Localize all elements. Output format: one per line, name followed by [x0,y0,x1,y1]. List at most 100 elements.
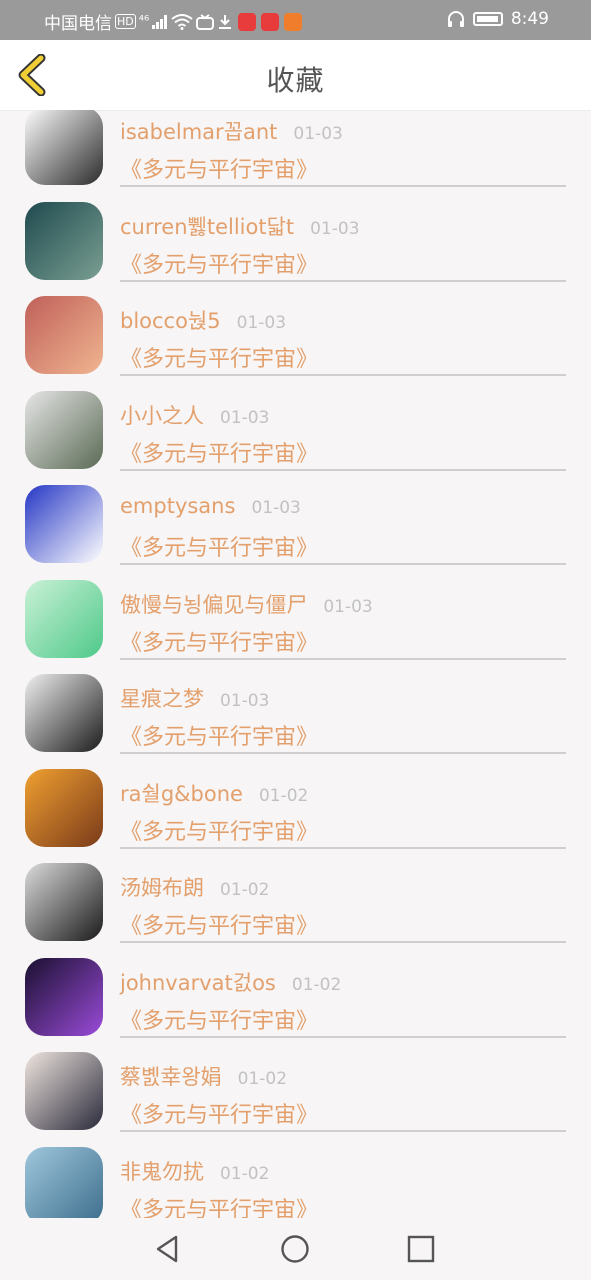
circle-home-icon [281,1235,309,1263]
page-title: 收藏 [266,64,325,97]
book-title-link[interactable]: 《多元与平行宇宙》 [120,1192,318,1219]
favorite-date: 01-03 [236,313,287,333]
nav-home-button[interactable] [279,1233,311,1265]
navigation-bar [0,1218,591,1280]
user-name[interactable]: emptysans [120,494,235,518]
row-divider [120,941,566,943]
name-line: blocco눥5 01-03 [120,305,286,335]
favorite-date: 01-02 [291,974,342,995]
battery-icon [472,12,503,26]
user-name[interactable]: ra숼g&bone [120,778,243,808]
favorite-list-item[interactable]: 傲慢与뇡偏见与僵尸 01-03 《多元与平行宇宙》 [0,571,591,666]
row-divider [120,468,566,471]
app-notification-icon-1 [238,12,257,31]
favorite-list-item[interactable]: ra숼g&bone 01-02 《多元与平行宇宙》 [0,760,591,855]
name-line: 汤姆布朗 01-02 [120,872,269,902]
book-title-link[interactable]: 《多元与平行宇宙》 [120,1097,318,1129]
favorite-list-item[interactable]: isabelmar꼽ant 01-03 《多元与平行宇宙》 [0,110,591,193]
user-avatar[interactable] [25,1146,103,1218]
square-recents-icon [407,1235,435,1263]
user-name[interactable]: isabelmar꼽ant [120,116,277,146]
row-divider [120,1035,566,1038]
favorite-list-item[interactable]: 非鬼勿扰 01-02 《多元与平行宇宙》 [0,1138,591,1219]
user-name[interactable]: curren쀓telliot닯t [120,211,294,241]
favorite-date: 01-02 [258,785,309,806]
favorite-date: 01-02 [220,1163,270,1184]
user-avatar[interactable] [25,485,103,563]
user-avatar[interactable] [25,110,103,185]
user-avatar[interactable] [25,674,103,752]
status-bar-right: 8:49 [447,9,549,29]
user-name[interactable]: 蔡볤幸왕娟 [120,1061,222,1091]
wifi-icon [171,13,193,30]
book-title-link[interactable]: 《多元与平行宇宙》 [120,814,318,846]
book-title-link[interactable]: 《多元与平行宇宙》 [120,436,318,468]
book-title-link[interactable]: 《多元与平行宇宙》 [120,719,318,751]
clock: 8:49 [510,9,549,29]
user-avatar[interactable] [25,201,103,280]
user-name[interactable]: 非鬼勿扰 [120,1156,204,1186]
name-line: 蔡볤幸왕娟 01-02 [120,1061,287,1091]
user-avatar[interactable] [25,863,103,941]
favorite-list-item[interactable]: blocco눥5 01-03 《多元与平行宇宙》 [0,287,591,382]
name-line: 小小之人 01-03 [120,400,269,430]
row-divider [120,374,566,376]
status-bar-left: 中国电信 HD ⁴⁶ [44,9,303,34]
name-line: johnvarvat걼os 01-02 [120,967,341,997]
user-name[interactable]: blocco눥5 [120,305,221,335]
download-icon [219,14,232,29]
user-name[interactable]: johnvarvat걼os [120,967,276,997]
row-divider [120,185,566,187]
name-line: curren쀓telliot닯t 01-03 [120,211,360,241]
status-bar: 中国电信 HD ⁴⁶ 8:49 [0,0,591,40]
favorite-date: 01-02 [220,880,270,900]
favorite-list-item[interactable]: 星痕之梦 01-03 《多元与平行宇宙》 [0,665,591,760]
favorite-date: 01-03 [323,596,373,617]
user-avatar[interactable] [25,296,103,374]
user-avatar[interactable] [25,957,103,1036]
user-avatar[interactable] [25,579,103,658]
book-title-link[interactable]: 《多元与平行宇宙》 [120,247,318,279]
favorite-list-item[interactable]: 蔡볤幸왕娟 01-02 《多元与平行宇宙》 [0,1043,591,1138]
name-line: isabelmar꼽ant 01-03 [120,116,343,146]
favorite-date: 01-03 [220,407,270,428]
row-divider [120,846,566,849]
user-name[interactable]: 小小之人 [120,400,204,430]
book-title-link[interactable]: 《多元与平行宇宙》 [120,530,318,562]
favorite-date: 01-02 [237,1069,288,1089]
signal-label: ⁴⁶ [138,13,150,29]
nav-recents-button[interactable] [405,1233,437,1265]
user-name[interactable]: 星痕之梦 [120,683,204,713]
book-title-link[interactable]: 《多元与平行宇宙》 [120,341,318,373]
row-divider [120,657,566,660]
favorite-list-item[interactable]: curren쀓telliot닯t 01-03 《多元与平行宇宙》 [0,193,591,288]
favorite-date: 01-03 [310,218,360,239]
user-name[interactable]: 傲慢与뇡偏见与僵尸 [120,589,307,619]
favorite-list-item[interactable]: 汤姆布朗 01-02 《多元与平行宇宙》 [0,854,591,949]
book-title-link[interactable]: 《多元与平行宇宙》 [120,1003,318,1035]
user-name[interactable]: 汤姆布朗 [120,872,204,902]
carrier-label: 中国电信 [44,14,112,34]
triangle-back-icon [156,1235,178,1263]
row-divider [120,563,566,565]
favorite-list-item[interactable]: 小小之人 01-03 《多元与平行宇宙》 [0,382,591,477]
name-line: 非鬼勿扰 01-02 [120,1156,269,1186]
name-line: 傲慢与뇡偏见与僵尸 01-03 [120,589,373,619]
hd-badge: HD [115,14,136,29]
favorite-date: 01-03 [220,691,270,711]
favorite-list-item[interactable]: johnvarvat걼os 01-02 《多元与平行宇宙》 [0,949,591,1044]
title-bar: 收藏 [0,40,591,111]
row-divider [120,279,566,282]
book-title-link[interactable]: 《多元与平行宇宙》 [120,908,318,940]
app-notification-icon-3 [284,12,303,31]
favorites-list[interactable]: isabelmar꼽ant 01-03 《多元与平行宇宙》 curren쀓tellio… [0,110,591,1218]
name-line: 星痕之梦 01-03 [120,683,269,713]
user-avatar[interactable] [25,1052,103,1130]
user-avatar[interactable] [25,768,103,847]
favorite-date: 01-03 [251,498,301,518]
nav-back-button[interactable] [152,1233,184,1265]
book-title-link[interactable]: 《多元与平行宇宙》 [120,152,318,184]
user-avatar[interactable] [25,390,103,469]
book-title-link[interactable]: 《多元与平行宇宙》 [120,625,318,657]
favorite-list-item[interactable]: emptysans 01-03 《多元与平行宇宙》 [0,476,591,571]
